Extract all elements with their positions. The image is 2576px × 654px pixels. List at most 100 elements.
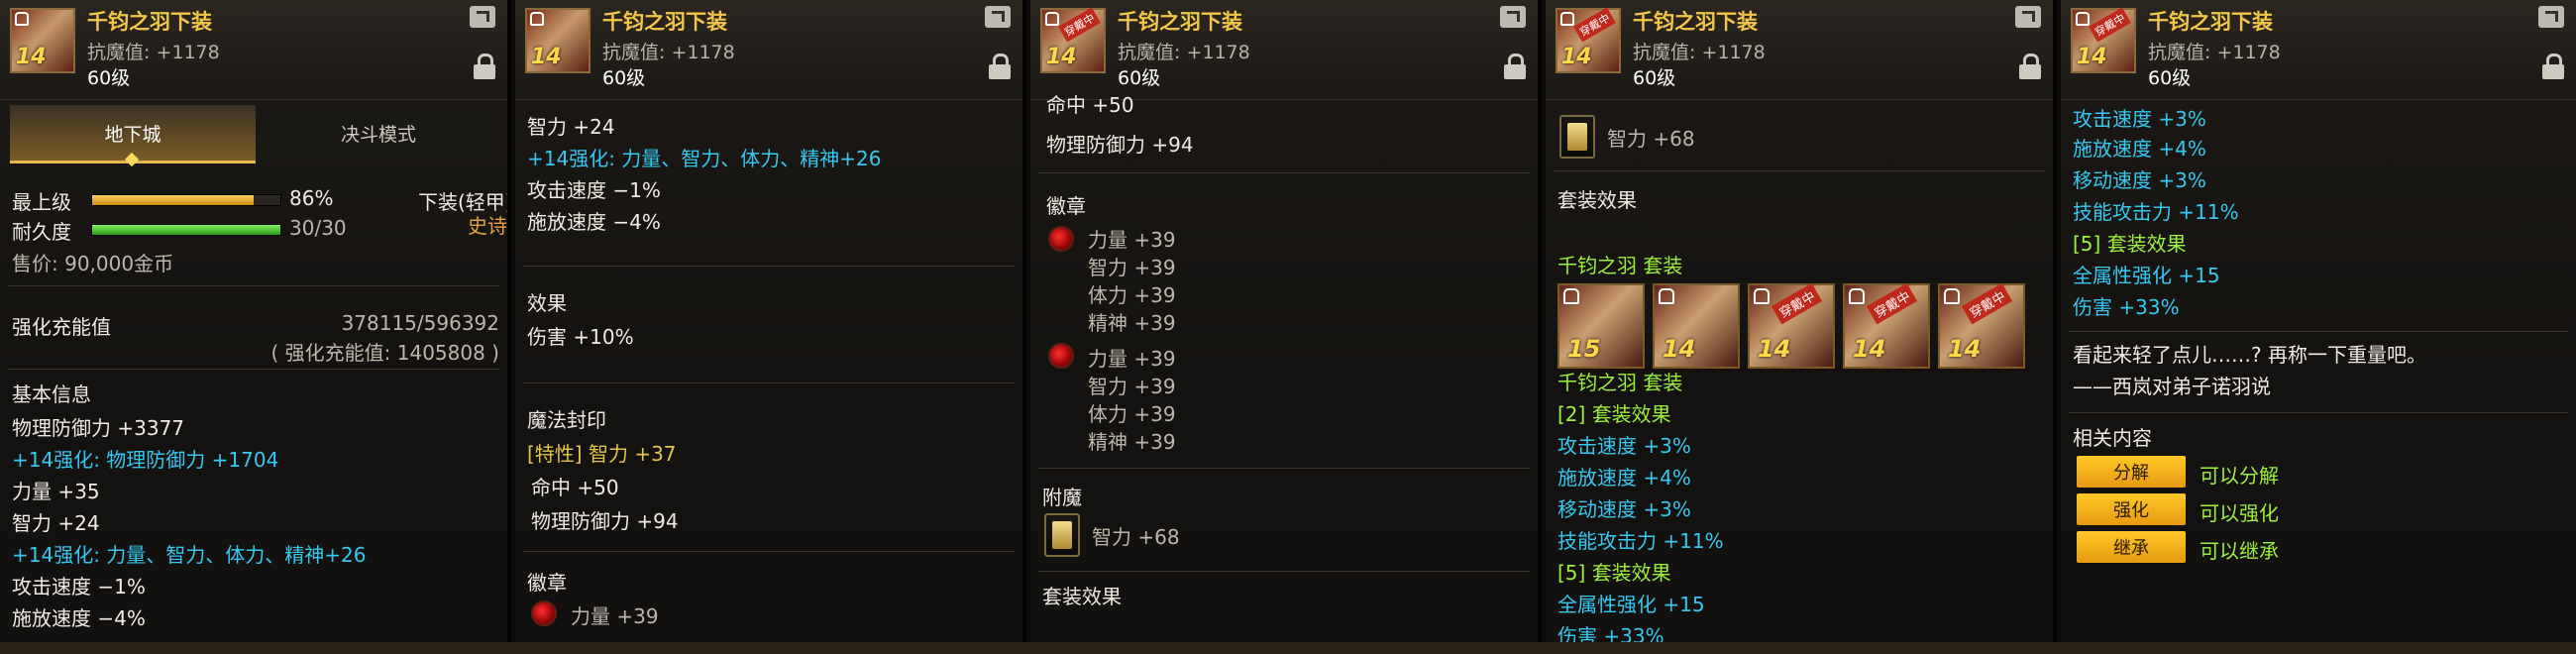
item-level: 60级 — [1633, 67, 1676, 89]
inherit-button[interactable]: 继承 — [2077, 531, 2186, 563]
set-effect-line: 移动速度 +3% — [1557, 497, 1691, 521]
enhance-level: 14 — [1663, 335, 1696, 363]
charge-label: 强化充能值 — [12, 315, 111, 339]
padlock-icon[interactable] — [2542, 54, 2564, 79]
divider — [1038, 172, 1530, 173]
padlock-icon[interactable] — [474, 54, 495, 79]
set-effect-line: 全属性强化 +15 — [1557, 593, 1705, 616]
lock-icon — [1045, 12, 1059, 26]
set-effect-line-cut: 伤害 +33% — [1557, 624, 1664, 644]
equipped-badge: 穿戴中 — [1771, 282, 1823, 325]
magic-resist: 抗魔值: +1178 — [1633, 42, 1766, 63]
effect-title: 效果 — [527, 291, 567, 315]
button-label: 强化 — [2113, 500, 2149, 521]
divider — [8, 285, 499, 286]
padlock-icon[interactable] — [2019, 54, 2041, 79]
divider — [523, 266, 1015, 267]
item-header: 穿戴中 14 千钧之羽下装 抗魔值: +1178 60级 — [1546, 0, 2053, 100]
enhance-desc: 可以强化 — [2200, 501, 2279, 525]
share-icon[interactable] — [1500, 6, 1526, 28]
emblem-line: 力量 +39 — [571, 604, 659, 628]
set5-title: [5] 套装效果 — [1557, 561, 1671, 585]
divider — [1554, 170, 2045, 171]
item-icon: 14 — [10, 8, 75, 73]
set-effect-line: 技能攻击力 +11% — [1557, 529, 1724, 553]
set-piece-icon[interactable]: 穿戴中 14 — [1843, 282, 1930, 369]
enhance-button[interactable]: 强化 — [2077, 493, 2186, 525]
lock-icon — [2076, 12, 2090, 26]
red-emblem-icon — [531, 600, 557, 626]
equipped-badge: 穿戴中 — [1058, 7, 1101, 43]
seal-line: 物理防御力 +94 — [531, 509, 679, 533]
set-piece-icon[interactable]: 14 — [1653, 283, 1740, 369]
set-effect-title: 套装效果 — [1557, 188, 1637, 212]
share-icon[interactable] — [985, 6, 1011, 28]
set-piece-icon[interactable]: 穿戴中 14 — [1938, 282, 2025, 369]
emblem-title: 徽章 — [527, 571, 567, 595]
tooltip-panel-5: 穿戴中 14 千钧之羽下装 抗魔值: +1178 60级 攻击速度 +3% 施放速… — [2061, 0, 2576, 644]
set2-title: [2] 套装效果 — [1557, 402, 1671, 426]
stat-line: 施放速度 −4% — [527, 210, 661, 234]
mode-tabs: 地下城 决斗模式 — [10, 105, 501, 167]
enchant-card-icon — [1044, 513, 1080, 557]
magic-resist: 抗魔值: +1178 — [1118, 42, 1250, 63]
emblem-line: 体力 +39 — [1088, 402, 1176, 426]
set-effect-line-cut: 攻击速度 +3% — [2073, 107, 2206, 131]
set-effect-line: 技能攻击力 +11% — [2073, 200, 2239, 224]
stat-line: 力量 +35 — [12, 480, 100, 503]
divider — [2069, 412, 2568, 413]
tooltip-panel-1: 14 千钧之羽下装 抗魔值: +1178 60级 地下城 决斗模式 最上级 86… — [0, 0, 511, 644]
magic-resist: 抗魔值: +1178 — [2148, 42, 2281, 63]
stat-line: 物理防御力 +3377 — [12, 416, 185, 440]
enhance-level: 14 — [1758, 335, 1791, 363]
enchant-card-icon — [1559, 115, 1595, 159]
item-name: 千钧之羽下装 — [602, 10, 727, 34]
item-name: 千钧之羽下装 — [2148, 10, 2273, 34]
disassemble-button[interactable]: 分解 — [2077, 456, 2186, 488]
enchant-title: 附魔 — [1042, 486, 1082, 509]
padlock-icon[interactable] — [1504, 54, 1526, 79]
tooltip-panel-4: 穿戴中 14 千钧之羽下装 抗魔值: +1178 60级 智力 +68 套装效果 … — [1546, 0, 2057, 644]
durability-bar-fill — [92, 225, 280, 235]
enhance-level: 15 — [1567, 335, 1601, 363]
set-piece-icon[interactable]: 15 — [1557, 283, 1645, 369]
emblem-line: 精神 +39 — [1088, 311, 1176, 335]
emblem-title: 徽章 — [1046, 194, 1086, 218]
stat-line: +14强化: 力量、智力、体力、精神+26 — [12, 543, 367, 567]
lock-icon — [1659, 288, 1674, 304]
item-name: 千钧之羽下装 — [1118, 10, 1242, 34]
item-name: 千钧之羽下装 — [87, 10, 212, 34]
stat-line: 智力 +24 — [12, 511, 100, 535]
red-emblem-icon — [1048, 226, 1074, 252]
emblem-line: 力量 +39 — [1088, 347, 1176, 371]
set-effect-line: 伤害 +33% — [2073, 295, 2180, 319]
def-line: 物理防御力 +94 — [1046, 133, 1194, 157]
enhance-level: 14 — [1561, 45, 1592, 69]
tab-duel[interactable]: 决斗模式 — [256, 105, 501, 161]
stat-line: 攻击速度 −1% — [12, 575, 146, 599]
grade-bar-fill — [92, 195, 255, 205]
padlock-icon[interactable] — [989, 54, 1011, 79]
share-icon[interactable] — [2015, 6, 2041, 28]
stat-line: 攻击速度 −1% — [527, 178, 661, 202]
emblem-line: 体力 +39 — [1088, 283, 1176, 307]
item-icon: 穿戴中 14 — [2071, 7, 2136, 73]
item-icon: 14 — [525, 8, 590, 73]
enhance-level: 14 — [1046, 45, 1077, 69]
share-icon[interactable] — [2538, 6, 2564, 28]
emblem-line: 智力 +39 — [1088, 256, 1176, 279]
sell-price: 售价: 90,000金币 — [12, 252, 174, 275]
lock-icon — [1563, 288, 1579, 304]
share-icon[interactable] — [470, 6, 495, 28]
button-label: 分解 — [2113, 463, 2149, 484]
tooltip-panel-2: 14 千钧之羽下装 抗魔值: +1178 60级 智力 +24 +14强化: 力… — [515, 0, 1026, 644]
divider — [1038, 468, 1530, 469]
effect-line: 伤害 +10% — [527, 325, 634, 349]
equipped-badge: 穿戴中 — [1866, 282, 1918, 325]
game-hud-strip — [0, 642, 2576, 654]
durability-label: 耐久度 — [12, 220, 71, 244]
set-piece-icon[interactable]: 穿戴中 14 — [1748, 282, 1835, 369]
durability-value: 30/30 — [289, 216, 347, 240]
stat-line: 施放速度 −4% — [12, 606, 146, 630]
set-effect-title: 套装效果 — [1042, 585, 1122, 608]
